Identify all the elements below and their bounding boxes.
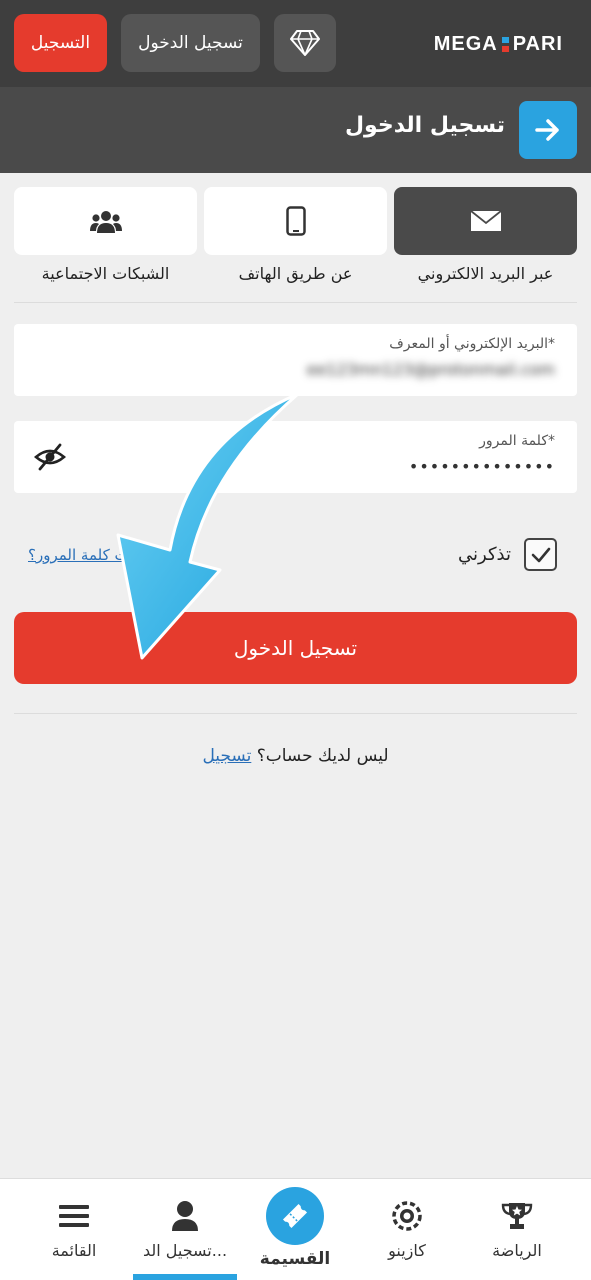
trophy-icon bbox=[501, 1203, 533, 1229]
ticket-icon bbox=[282, 1203, 308, 1229]
tab-email-label[interactable]: عبر البريد الالكتروني bbox=[394, 264, 577, 283]
password-value[interactable]: •••••••••••••• bbox=[409, 457, 555, 476]
logo-text-right: PARI bbox=[512, 32, 563, 55]
nav-coupon[interactable]: القسيمة bbox=[245, 1187, 345, 1269]
casino-chip-icon bbox=[392, 1201, 422, 1231]
email-field[interactable]: البريد الإلكتروني أو المعرف* ee123mn123@… bbox=[14, 324, 577, 396]
nav-menu[interactable]: القائمة bbox=[24, 1199, 124, 1260]
bottom-navigation: الرياضة كازينو القسيمة تسجيل الد... القا… bbox=[0, 1178, 591, 1280]
remember-checkbox[interactable] bbox=[524, 538, 557, 571]
nav-casino[interactable]: كازينو bbox=[357, 1199, 457, 1260]
tab-social-label[interactable]: الشبكات الاجتماعية bbox=[14, 264, 197, 283]
password-field[interactable]: كلمة المرور* •••••••••••••• bbox=[14, 421, 577, 493]
eye-off-icon[interactable] bbox=[34, 443, 66, 471]
menu-icon bbox=[59, 1205, 89, 1227]
arrow-right-icon bbox=[535, 119, 559, 141]
tab-phone[interactable] bbox=[204, 187, 387, 255]
nav-sports[interactable]: الرياضة bbox=[467, 1199, 567, 1260]
back-button[interactable] bbox=[519, 101, 577, 159]
nav-sports-label: الرياضة bbox=[492, 1241, 542, 1260]
people-icon bbox=[89, 211, 122, 233]
top-bar: التسجيل تسجيل الدخول MEGA PARI bbox=[0, 0, 591, 87]
email-label: البريد الإلكتروني أو المعرف* bbox=[389, 336, 555, 352]
email-value[interactable]: ee123mn123@protonmail.com bbox=[307, 360, 555, 379]
nav-login-label: تسجيل الد... bbox=[142, 1241, 228, 1260]
vip-diamond-button[interactable] bbox=[274, 14, 336, 72]
nav-login[interactable]: تسجيل الد... bbox=[135, 1199, 235, 1260]
phone-icon bbox=[285, 206, 306, 236]
nav-menu-label: القائمة bbox=[51, 1241, 97, 1260]
remember-label[interactable]: تذكرني bbox=[458, 544, 511, 565]
login-button-top[interactable]: تسجيل الدخول bbox=[121, 14, 260, 72]
active-tab-indicator bbox=[133, 1274, 237, 1280]
logo-text-left: MEGA bbox=[433, 32, 498, 55]
no-account-prompt: ليس لديك حساب؟ تسجيل bbox=[0, 746, 591, 766]
nav-coupon-label: القسيمة bbox=[259, 1249, 331, 1269]
no-account-text: ليس لديك حساب؟ bbox=[256, 746, 389, 766]
tab-email[interactable] bbox=[394, 187, 577, 255]
register-link[interactable]: تسجيل bbox=[202, 746, 251, 766]
coupon-button[interactable] bbox=[266, 1187, 324, 1245]
tab-social[interactable] bbox=[14, 187, 197, 255]
divider bbox=[14, 713, 577, 714]
logo-separator bbox=[501, 36, 509, 52]
megapari-logo[interactable]: MEGA PARI bbox=[434, 30, 563, 58]
page-header: تسجيل الدخول bbox=[0, 87, 591, 173]
password-label: كلمة المرور* bbox=[479, 433, 555, 449]
login-submit-button[interactable]: تسجيل الدخول bbox=[14, 612, 577, 684]
divider bbox=[14, 302, 577, 303]
check-icon bbox=[531, 547, 550, 562]
page-title: تسجيل الدخول bbox=[344, 113, 505, 138]
tab-phone-label[interactable]: عن طريق الهاتف bbox=[204, 264, 387, 283]
user-icon bbox=[172, 1201, 198, 1231]
diamond-icon bbox=[290, 30, 320, 56]
register-button[interactable]: التسجيل bbox=[14, 14, 107, 72]
envelope-icon bbox=[469, 210, 502, 231]
forgot-password-link[interactable]: نسيت كلمة المرور؟ bbox=[28, 546, 151, 564]
nav-casino-label: كازينو bbox=[388, 1241, 426, 1260]
